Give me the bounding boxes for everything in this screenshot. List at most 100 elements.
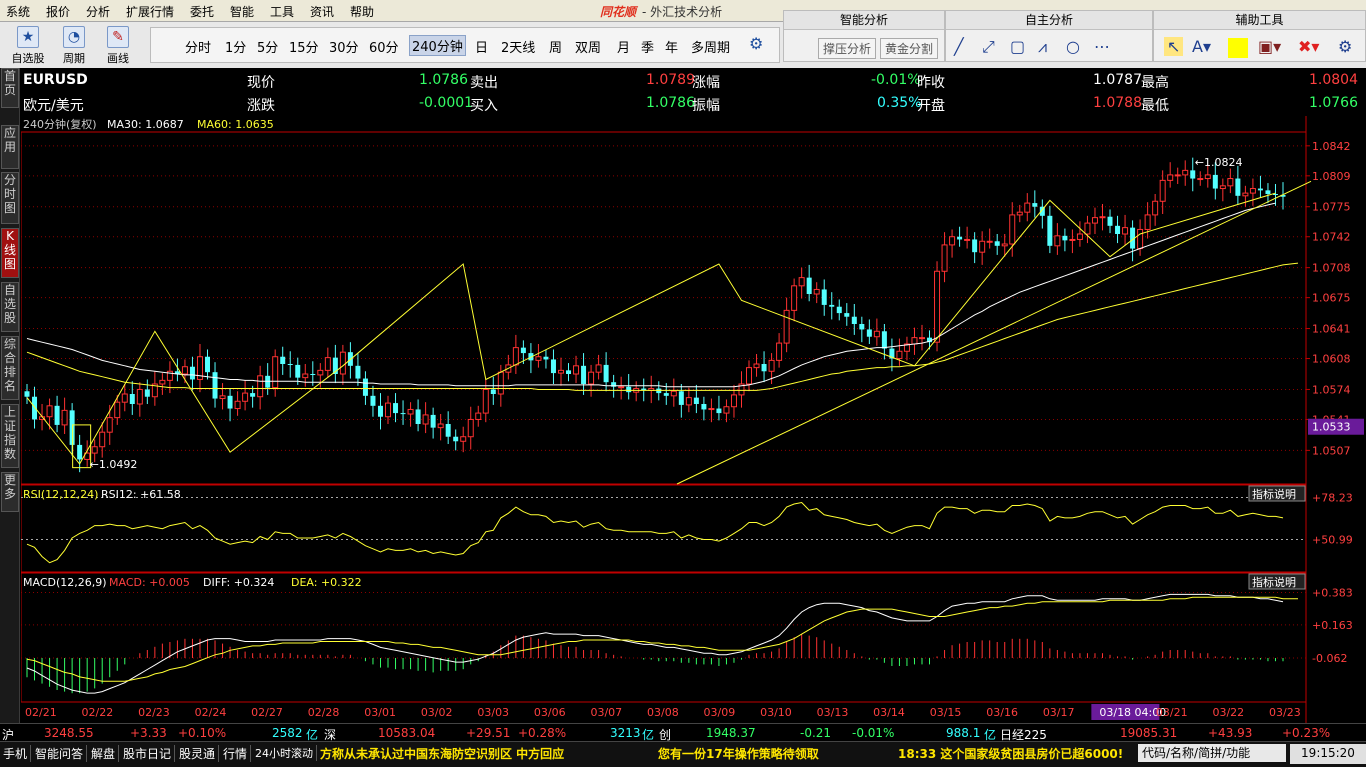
candle-body [873,330,880,338]
menu-smart[interactable]: 智能 [230,3,254,20]
footer-qa-button[interactable]: 智能问答 [32,745,88,762]
value-change: -0.0001 [419,95,474,111]
wave-icon[interactable]: ⩘ [1038,37,1047,57]
settings-icon[interactable]: ⚙ [1338,37,1352,56]
period-tick[interactable]: 分时 [185,37,211,56]
menu-extended-quote[interactable]: 扩展行情 [126,3,174,20]
menu-news[interactable]: 资讯 [310,3,334,20]
support-resistance-button[interactable]: 撑压分析 [818,38,877,59]
sidebar-item-apps[interactable]: 应用 [1,125,19,169]
save-icon[interactable]: ▣▾ [1258,37,1281,56]
date-tick-label: 03/07 [590,706,622,719]
period-button[interactable]: ◔ 周期 [54,22,94,66]
period-multi[interactable]: 多周期 [691,37,730,56]
golden-split-button[interactable]: 黄金分割 [880,38,939,59]
candle-body [1212,174,1218,189]
menu-system[interactable]: 系统 [6,3,30,20]
period-1min[interactable]: 1分 [225,37,246,56]
menu-order[interactable]: 委托 [190,3,214,20]
rect-icon[interactable]: ▢ [1010,37,1025,56]
cy-pct: -0.01% [852,726,895,740]
footer-review-button[interactable]: 解盘 [88,745,120,762]
label-high: 最高 [1141,75,1169,91]
sidebar-item-more[interactable]: 更多 [1,472,19,512]
more-icon[interactable]: ⋯ [1094,37,1110,56]
candle-body [121,393,128,403]
period-240min[interactable]: 240分钟 [409,35,466,56]
period-5min[interactable]: 5分 [257,37,278,56]
candle-body [972,239,978,253]
nk-pct: +0.23% [1282,726,1331,740]
period-month[interactable]: 月 [617,37,630,56]
candle-body [385,402,392,418]
candle-body [339,351,346,375]
menu-tools[interactable]: 工具 [270,3,294,20]
period-15min[interactable]: 15分 [289,37,319,56]
menu-quote[interactable]: 报价 [46,3,70,20]
kline-chart[interactable]: 1.0842 1.0809 1.0775 1.0742 1.0708 1.0675 1.06… [21,116,1366,723]
candle-body [144,389,150,397]
footer-24h-button[interactable]: 24小时滚动 [252,745,317,761]
news-ticker-2[interactable]: 您有一份17年操作策略待领取 [658,745,819,762]
candle-body [949,236,956,246]
draw-button[interactable]: ✎ 画线 [98,22,138,66]
candle-body [280,356,286,364]
sidebar-item-ranking[interactable]: 综合排名 [1,336,19,400]
candle-body [250,393,256,397]
sidebar-item-home[interactable]: 首页 [1,68,19,108]
sz-amount: 3213 [610,726,641,740]
color-icon[interactable] [1228,38,1248,58]
period-day[interactable]: 日 [475,37,488,56]
candle-body [776,342,783,361]
period-week[interactable]: 周 [549,37,562,56]
macd-dea-line [26,596,1298,682]
app-logo: 同花顺 [600,5,637,19]
candle-body [445,424,451,437]
circle-icon[interactable]: ○ [1066,37,1080,56]
footer-mobile-button[interactable]: 手机 [0,745,32,762]
sidebar-item-sh-index[interactable]: 上证指数 [1,404,19,468]
candle-body [467,418,474,438]
sz-value: 10583.04 [378,726,436,740]
news-ticker-1[interactable]: 方称从未承认过中国东海防空识别区 中方回应 [320,745,564,762]
watchlist-button[interactable]: ★ 自选股 [8,22,48,66]
date-tick-label: 03/03 [477,706,509,719]
footer-diary-button[interactable]: 股市日记 [120,745,176,762]
candle-body [1182,169,1189,176]
macd-indicator-help-label: 指标说明 [1252,575,1296,589]
period-30min[interactable]: 30分 [329,37,359,56]
candle-body [701,404,707,410]
gear-icon[interactable]: ⚙ [749,34,763,53]
date-tick-label: 03/16 [986,706,1018,719]
period-quarter[interactable]: 季 [641,37,654,56]
period-label: 周期 [63,52,85,65]
date-tick-label: 03/17 [1043,706,1075,719]
period-biweek[interactable]: 双周 [575,37,601,56]
search-input[interactable]: 代码/名称/简拼/功能 [1138,744,1286,762]
period-year[interactable]: 年 [665,37,678,56]
cursor-icon[interactable]: ↖ [1164,37,1184,56]
date-tick-label: 03/22 [1212,706,1244,719]
label-open: 开盘 [917,98,945,114]
candle-body [377,405,383,417]
delete-icon[interactable]: ✖▾ [1298,37,1319,56]
candle-body [1219,185,1226,190]
sz-pct: +0.28% [518,726,567,740]
sidebar-item-time-chart[interactable]: 分时图 [1,172,19,224]
font-icon[interactable]: A▾ [1192,37,1211,56]
menu-analysis[interactable]: 分析 [86,3,110,20]
footer-gulingtong-button[interactable]: 股灵通 [176,745,220,762]
period-60min[interactable]: 60分 [369,37,399,56]
period-2day[interactable]: 2天线 [501,37,535,56]
sidebar-item-watchlist[interactable]: 自选股 [1,282,19,332]
footer-quote-button[interactable]: 行情 [220,745,252,762]
news-ticker-3[interactable]: 18:33 这个国家级贫困县房价已超6000! [898,745,1123,762]
candle-body [859,324,865,330]
candle-body [324,357,331,371]
menu-help[interactable]: 帮助 [350,3,374,20]
macd-tick-label: +0.163 [1312,619,1353,632]
sidebar-item-kline[interactable]: K线图 [1,228,19,278]
segment-icon[interactable]: ⤢ [982,37,995,57]
line-icon[interactable]: ╱ [954,37,964,56]
candle-body [24,391,30,397]
